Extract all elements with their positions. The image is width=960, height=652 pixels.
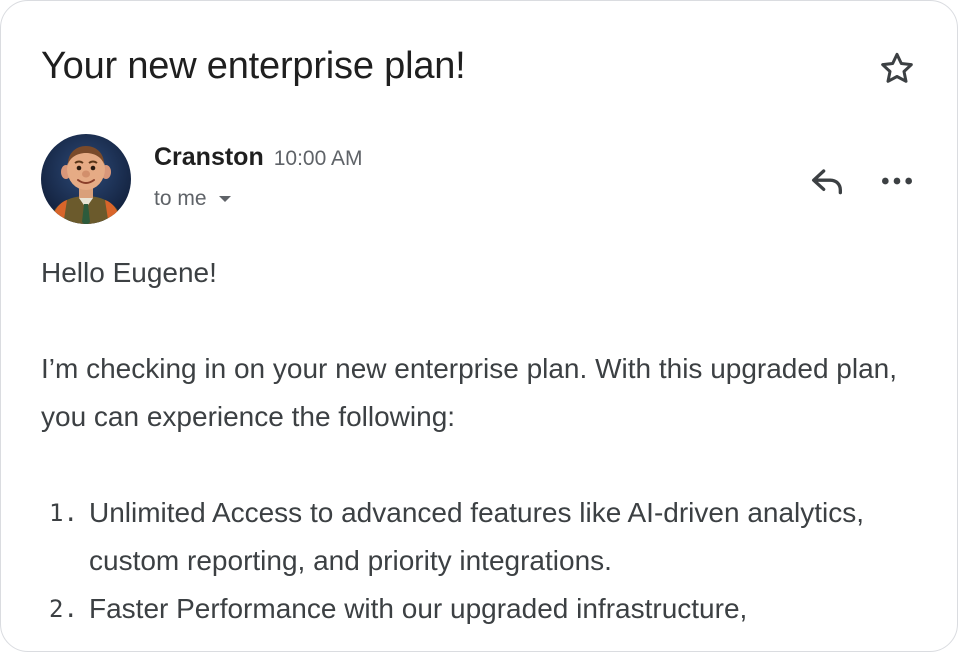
- list-item-number: 2.: [49, 595, 78, 623]
- benefits-list: 1. Unlimited Access to advanced features…: [41, 489, 921, 633]
- email-body: Hello Eugene! I’m checking in on your ne…: [41, 249, 921, 633]
- list-item-text: Unlimited Access to advanced features li…: [89, 497, 865, 576]
- more-horizontal-icon: [882, 177, 912, 185]
- email-intro: I’m checking in on your new enterprise p…: [41, 353, 898, 432]
- email-subject: Your new enterprise plan!: [41, 45, 466, 87]
- caret-down-icon: [218, 196, 231, 202]
- star-button[interactable]: [873, 45, 921, 93]
- more-options-button[interactable]: [873, 157, 921, 205]
- reply-button[interactable]: [801, 157, 853, 205]
- recipient-dropdown[interactable]: to me: [154, 187, 231, 211]
- list-item: 2. Faster Performance with our upgraded …: [41, 585, 921, 633]
- list-item-number: 1.: [49, 499, 78, 527]
- list-item: 1. Unlimited Access to advanced features…: [41, 489, 921, 585]
- email-greeting: Hello Eugene!: [41, 257, 217, 288]
- avatar-image: [41, 134, 131, 224]
- sender-avatar[interactable]: [41, 134, 131, 224]
- recipient-label: to me: [154, 187, 207, 210]
- list-item-text: Faster Performance with our upgraded inf…: [89, 593, 748, 624]
- sender-line: Cranston 10:00 AM: [154, 143, 362, 172]
- email-card: Your new enterprise plan! Cranston 10:00…: [0, 0, 958, 652]
- reply-icon: [812, 169, 842, 195]
- sender-name[interactable]: Cranston: [154, 143, 264, 172]
- sent-time: 10:00 AM: [273, 147, 363, 170]
- star-outline-icon: [881, 52, 913, 83]
